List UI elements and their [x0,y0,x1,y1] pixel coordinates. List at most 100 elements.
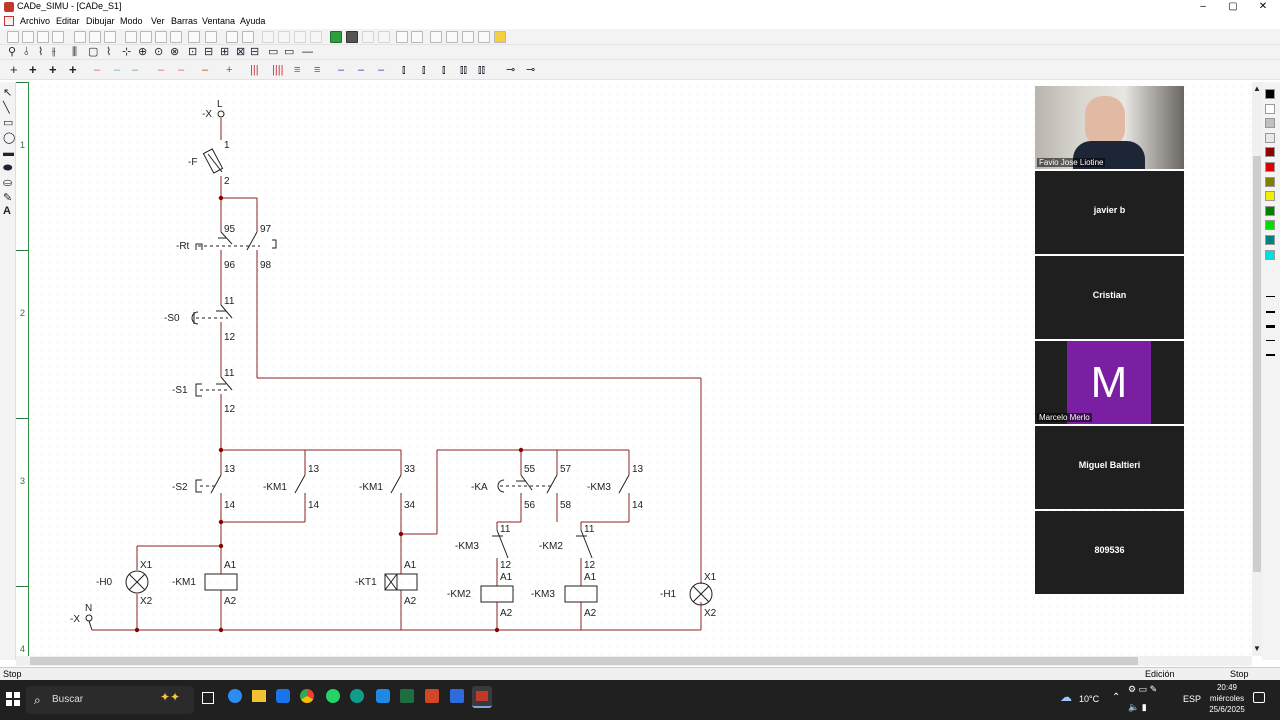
tray-volume-icon[interactable]: 🔈 ▮ [1128,702,1147,713]
label-km3b-11: 11 [500,524,511,535]
file-explorer-icon[interactable] [252,690,266,702]
vertical-scroll-thumb[interactable] [1253,156,1261,572]
label-rt-96: 96 [224,260,236,271]
label-kt1-tag: -KT1 [355,577,377,588]
edge-icon[interactable] [350,689,364,703]
label-km1b-34: 34 [404,500,416,511]
label-km1a-13: 13 [308,464,320,475]
search-icon: ⌕ [34,693,41,707]
color-swatch[interactable] [1265,89,1275,99]
search-input[interactable]: Buscar [52,694,83,705]
tray-apps-icon[interactable]: ⚙ ▭ ✎ [1128,684,1157,695]
horizontal-scroll-thumb[interactable] [30,657,1138,665]
color-swatch[interactable] [1265,220,1275,231]
clock-day: miércoles [1209,694,1245,703]
chrome-icon[interactable] [300,689,314,703]
scroll-down-icon[interactable]: ▼ [1253,642,1261,656]
line-width-option[interactable] [1266,354,1275,357]
label-x-n: N [85,603,92,614]
label-kt1-a2: A2 [404,596,417,607]
label-s2-13: 13 [224,464,236,475]
participant-tile[interactable]: Cristian [1035,256,1184,339]
excel-icon[interactable] [400,689,414,703]
label-s2-tag: -S2 [172,482,188,493]
label-km3a-14: 14 [632,500,644,511]
color-palette [1262,82,1280,660]
messaging-app-icon[interactable] [376,689,390,703]
label-km2b-11: 11 [584,524,595,535]
participant-name: Marcelo Merlo [1037,413,1092,422]
label-km3c-a1: A1 [584,572,597,583]
windows-start-icon[interactable] [6,692,20,706]
label-h0-x1: X1 [140,560,153,571]
powerpoint-icon[interactable] [425,689,439,703]
label-s1-tag: -S1 [172,385,188,396]
label-s0-tag: -S0 [164,313,180,324]
label-km1b-tag: -KM1 [359,482,383,493]
clock[interactable]: 20:49 miércoles 25/6/2025 [1206,682,1248,715]
junction-dots [134,195,524,633]
color-swatch[interactable] [1265,191,1275,202]
outlook-icon[interactable] [276,689,290,703]
participant-name: javier b [1093,205,1126,215]
weather-temp[interactable]: 10°C [1079,694,1099,704]
status-mode: Edición [1145,669,1175,679]
participant-video-tile[interactable]: Favio Jose Liotine [1035,86,1184,169]
tray-chevron-icon[interactable]: ⌃ [1112,692,1120,703]
label-km2c-a1: A1 [500,572,513,583]
label-km1a-14: 14 [308,500,320,511]
label-rt-97: 97 [260,224,272,235]
participant-name: Cristian [1092,290,1127,300]
participant-tile[interactable]: Miguel Baltieri [1035,426,1184,509]
clock-time: 20:49 [1216,683,1238,692]
label-km2c-tag: -KM2 [447,589,471,600]
notifications-icon[interactable] [1253,692,1265,703]
line-width-option[interactable] [1266,296,1275,297]
color-swatch[interactable] [1265,205,1275,216]
color-swatch[interactable] [1265,176,1275,187]
color-swatch[interactable] [1265,132,1275,143]
participant-avatar-tile[interactable]: M Marcelo Merlo [1035,341,1184,424]
whatsapp-icon[interactable] [326,689,340,703]
status-right: Stop [1230,669,1249,679]
browser-app-icon[interactable] [228,689,242,703]
label-s0-11: 11 [224,296,235,307]
language-indicator[interactable]: ESP [1183,694,1201,704]
vertical-scrollbar[interactable]: ▲ ▼ [1252,82,1262,656]
taskbar: ⌕ Buscar ✦✦ ☁ 10°C ⌃ ⚙ ▭ ✎ 🔈 ▮ ESP 20:49… [0,680,1280,720]
label-h1-tag: -H1 [660,589,677,600]
label-s1-11: 11 [224,368,235,379]
label-ka-58: 58 [560,500,572,511]
color-swatch[interactable] [1265,162,1275,172]
color-swatch[interactable] [1265,235,1275,245]
label-kt1-a1: A1 [404,560,417,571]
line-width-option[interactable] [1266,339,1275,341]
color-swatch[interactable] [1265,118,1275,129]
label-h1-x2: X2 [704,608,717,619]
cadesimu-taskbar-icon[interactable] [472,686,492,708]
scroll-up-icon[interactable]: ▲ [1253,82,1261,96]
label-km2b-tag: -KM2 [539,541,563,552]
label-ka-57: 57 [560,464,572,475]
line-width-option[interactable] [1266,325,1275,329]
weather-icon[interactable]: ☁ [1060,690,1072,704]
participant-name: Miguel Baltieri [1078,460,1141,470]
participant-name: 809536 [1094,545,1125,555]
participant-tile[interactable]: javier b [1035,171,1184,254]
search-box[interactable]: ⌕ Buscar ✦✦ [26,686,194,714]
horizontal-scrollbar[interactable] [16,656,1252,666]
label-km2c-a2: A2 [500,608,513,619]
color-swatch[interactable] [1265,249,1275,260]
label-km3a-tag: -KM3 [587,482,611,493]
task-view-icon[interactable] [202,692,214,704]
color-swatch[interactable] [1265,147,1275,158]
component-symbols [85,110,713,631]
line-width-option[interactable] [1266,310,1275,313]
participant-tile[interactable]: 809536 [1035,511,1184,594]
color-swatch[interactable] [1265,103,1275,114]
participant-name: Favio Jose Liotine [1037,158,1106,167]
label-km3c-a2: A2 [584,608,597,619]
wiring [92,118,702,631]
person-face-icon [1085,96,1125,146]
zoom-app-icon[interactable] [450,689,464,703]
